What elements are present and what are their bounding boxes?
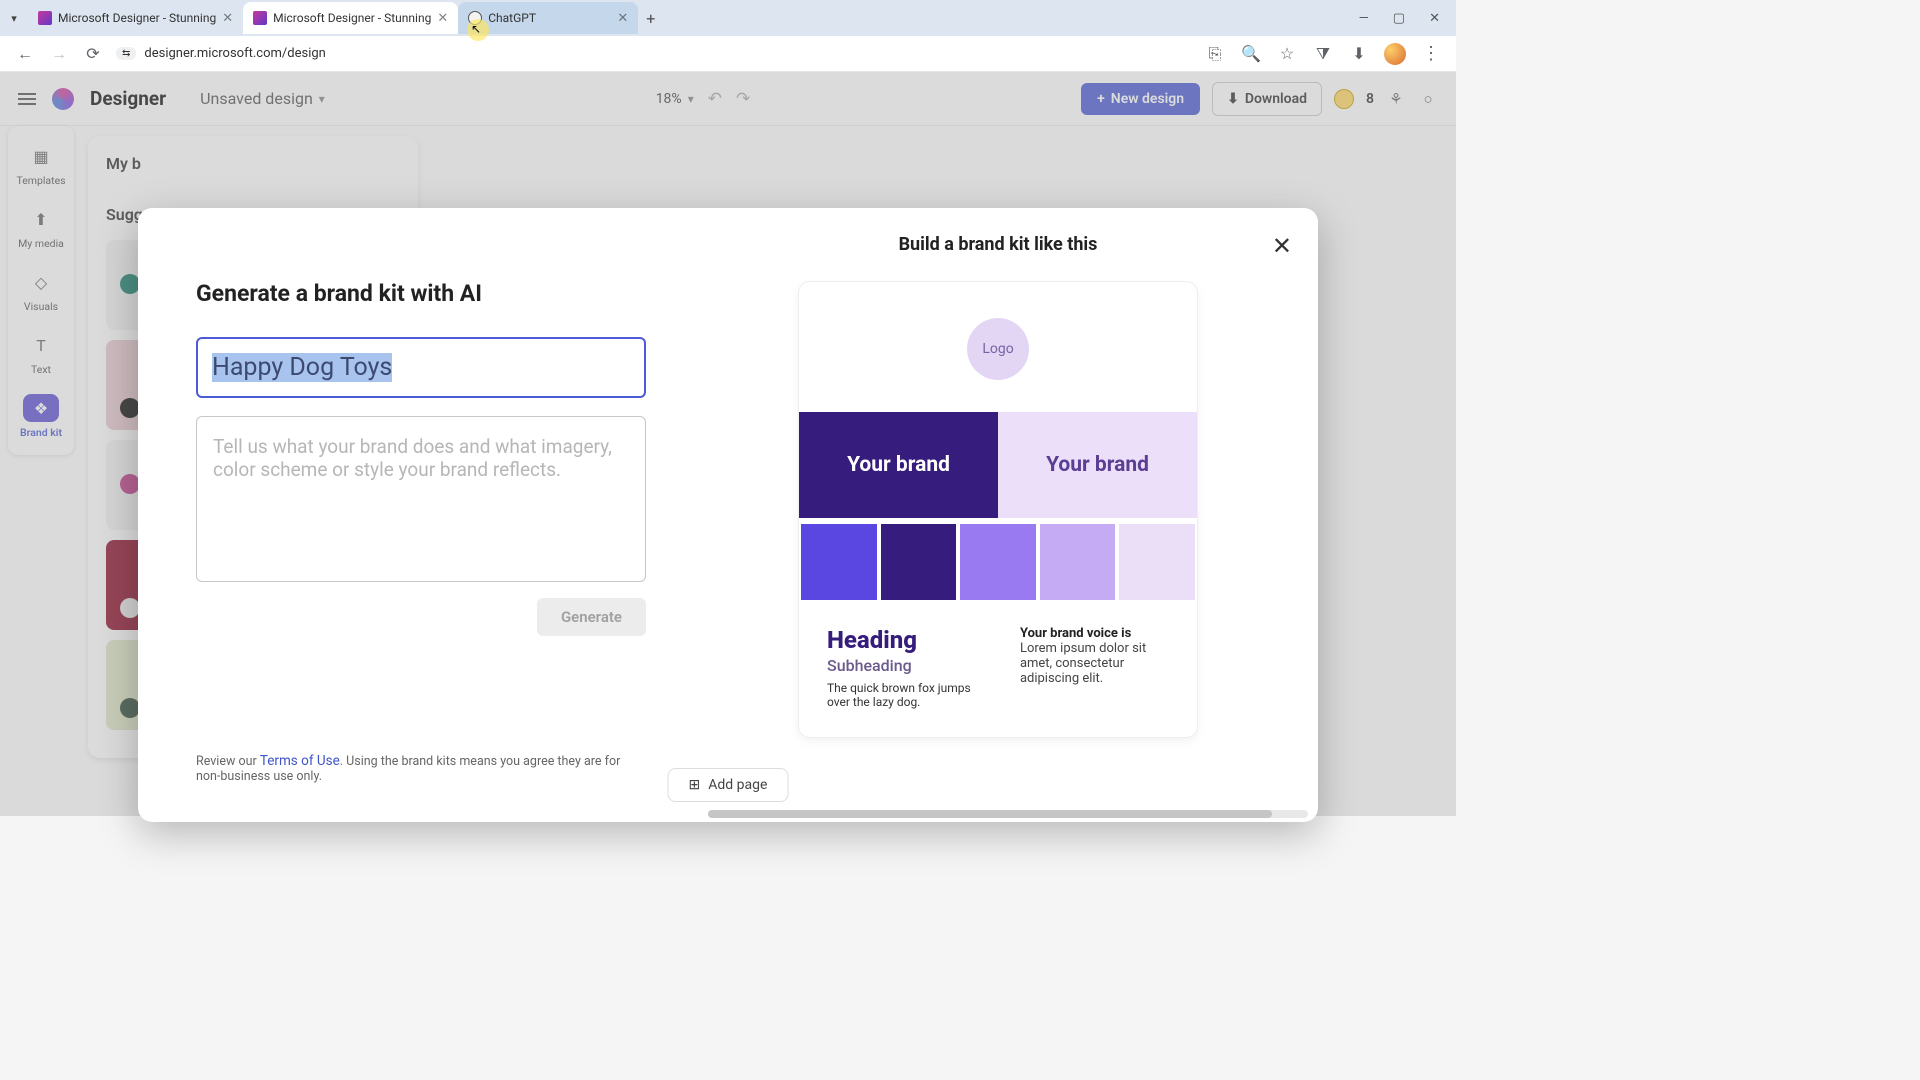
browser-tab-strip: ▾ Microsoft Designer - Stunning ✕ Micros…	[0, 0, 1456, 36]
preview-title: Build a brand kit like this	[738, 234, 1258, 255]
back-icon[interactable]: ←	[14, 43, 36, 65]
tab-title: Microsoft Designer - Stunning	[58, 11, 216, 25]
site-info-icon[interactable]: ⇆	[116, 47, 136, 60]
typography-subheading: Subheading	[827, 656, 996, 675]
legal-text: Review our Terms of Use. Using the brand…	[196, 753, 646, 792]
voice-body: Lorem ipsum dolor sit amet, consectetur …	[1020, 641, 1169, 686]
brand-name-input[interactable]: Happy Dog Toys	[196, 337, 646, 398]
tab-favicon	[38, 11, 52, 25]
browser-tab-2[interactable]: Microsoft Designer - Stunning ✕	[243, 2, 458, 34]
brand-name-value: Happy Dog Toys	[212, 353, 392, 382]
browser-tab-3[interactable]: ChatGPT ✕	[458, 2, 638, 34]
tab-favicon	[253, 11, 267, 25]
tab-list-dropdown[interactable]: ▾	[0, 12, 28, 25]
close-icon[interactable]: ✕	[222, 11, 233, 26]
forward-icon[interactable]: →	[48, 43, 70, 65]
modal-title: Generate a brand kit with AI	[196, 280, 646, 307]
tab-favicon	[468, 11, 482, 25]
url-field[interactable]: ⇆ designer.microsoft.com/design	[116, 46, 1192, 61]
swatch	[960, 524, 1036, 600]
swatch	[881, 524, 957, 600]
url-text: designer.microsoft.com/design	[144, 46, 325, 61]
brand-kit-preview: Logo Your brand Your brand Heading Subhe…	[798, 281, 1198, 738]
typography-heading: Heading	[827, 626, 996, 654]
tab-title: ChatGPT	[488, 11, 536, 25]
swatch	[801, 524, 877, 600]
profile-avatar[interactable]	[1384, 43, 1406, 65]
plus-box-icon: ⊞	[689, 777, 701, 793]
add-page-button[interactable]: ⊞ Add page	[668, 768, 789, 802]
brand-kit-modal: Generate a brand kit with AI Happy Dog T…	[138, 208, 1318, 822]
minimize-icon[interactable]: —	[1359, 11, 1369, 26]
install-app-icon[interactable]: ⎘	[1204, 43, 1226, 65]
new-tab-button[interactable]: +	[638, 9, 663, 28]
swatch	[1040, 524, 1116, 600]
logo-placeholder: Logo	[967, 318, 1029, 380]
maximize-icon[interactable]: ▢	[1393, 11, 1405, 26]
typography-sample: The quick brown fox jumps over the lazy …	[827, 681, 996, 709]
close-icon[interactable]: ✕	[1272, 232, 1292, 260]
generate-button[interactable]: Generate	[537, 598, 646, 636]
color-palette	[799, 518, 1197, 604]
swatch	[1119, 524, 1195, 600]
terms-link[interactable]: Terms of Use	[260, 753, 340, 769]
brand-description-textarea[interactable]: Tell us what your brand does and what im…	[196, 416, 646, 582]
downloads-icon[interactable]: ⬇	[1348, 43, 1370, 65]
voice-heading: Your brand voice is	[1020, 626, 1169, 641]
zoom-icon[interactable]: 🔍	[1240, 43, 1262, 65]
reload-icon[interactable]: ⟳	[82, 43, 104, 65]
horizontal-scrollbar[interactable]	[708, 810, 1308, 818]
more-menu-icon[interactable]: ⋮	[1420, 43, 1442, 65]
add-page-label: Add page	[708, 777, 767, 793]
close-window-icon[interactable]: ✕	[1429, 11, 1440, 26]
close-icon[interactable]: ✕	[437, 11, 448, 26]
address-bar: ← → ⟳ ⇆ designer.microsoft.com/design ⎘ …	[0, 36, 1456, 72]
brand-dark-tile: Your brand	[799, 412, 998, 518]
bookmark-icon[interactable]: ☆	[1276, 43, 1298, 65]
browser-tab-1[interactable]: Microsoft Designer - Stunning ✕	[28, 2, 243, 34]
tab-title: Microsoft Designer - Stunning	[273, 11, 431, 25]
brand-light-tile: Your brand	[998, 412, 1197, 518]
close-icon[interactable]: ✕	[617, 11, 628, 26]
legal-pre: Review our	[196, 754, 260, 769]
extensions-icon[interactable]: ⧩	[1312, 43, 1334, 65]
